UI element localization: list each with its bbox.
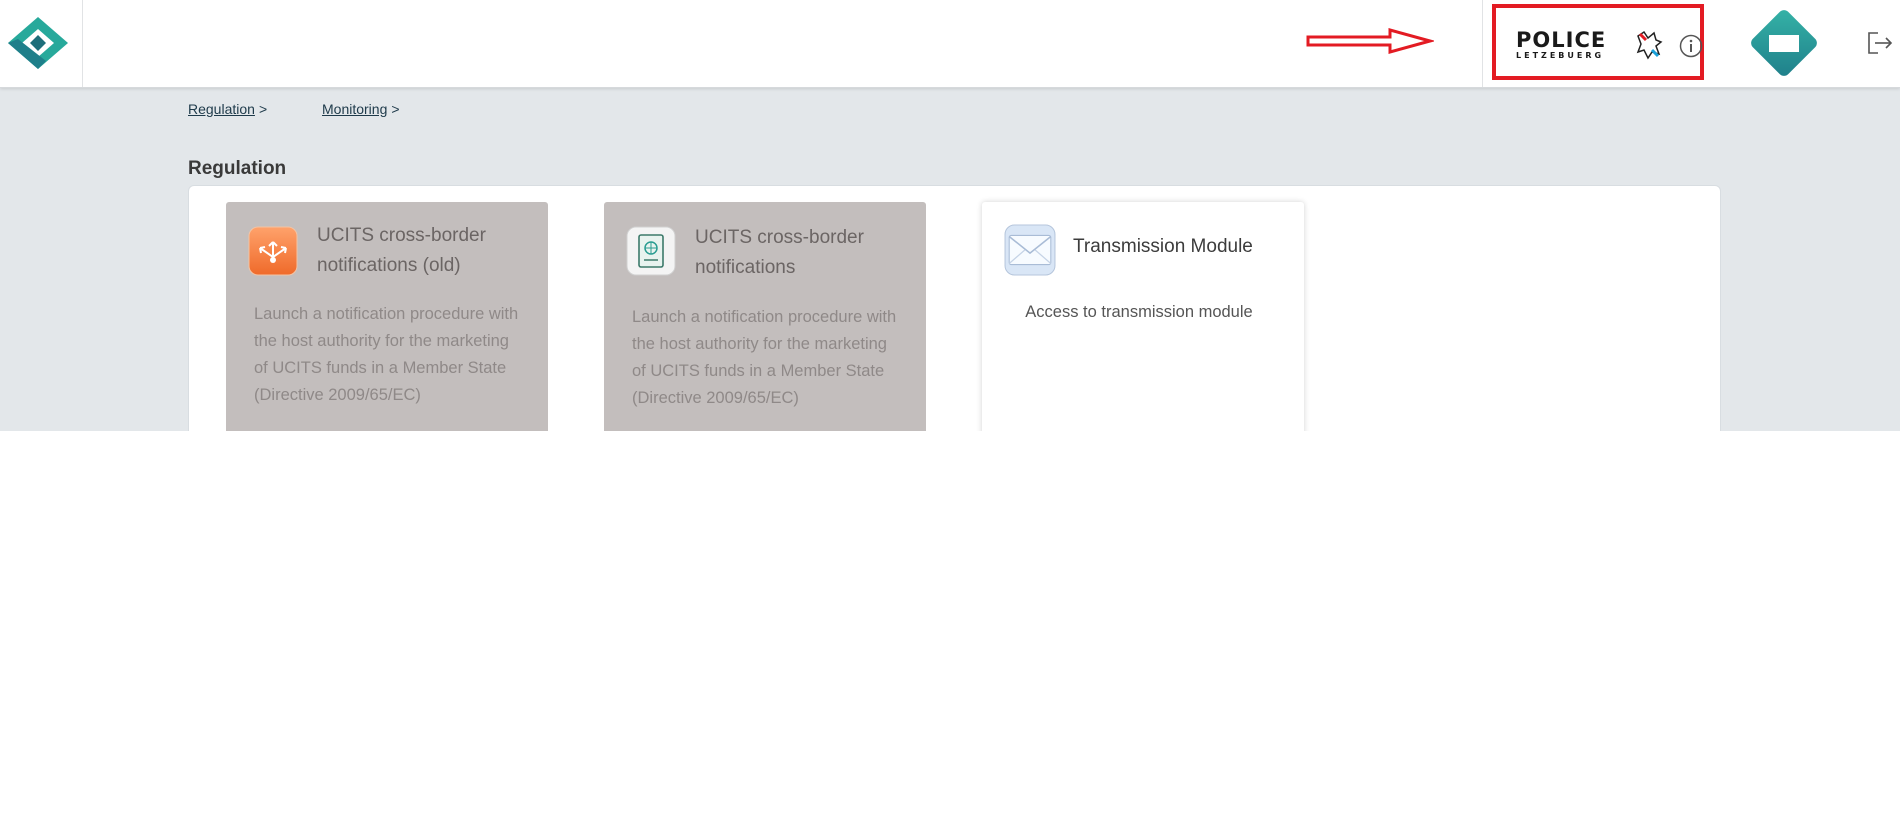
card-title: UCITS cross-border notifications xyxy=(695,227,864,278)
highlighted-partner-region: POLICE LETZEBUERG xyxy=(1492,4,1704,80)
police-logo[interactable]: POLICE LETZEBUERG xyxy=(1516,28,1663,61)
app-logo-cell[interactable] xyxy=(0,0,83,87)
breadcrumb-separator: > xyxy=(258,101,268,117)
logout-icon[interactable] xyxy=(1866,30,1894,56)
services-panel: UCITS cross-border notifications (old) L… xyxy=(188,185,1721,431)
user-badge-icon[interactable] xyxy=(1745,4,1823,82)
content-area: Regulation > Monitoring > Regulation UCI… xyxy=(0,87,1900,431)
service-card-ucits-old[interactable]: UCITS cross-border notifications (old) L… xyxy=(226,202,548,431)
share-network-icon xyxy=(248,226,298,276)
annotation-arrow-icon xyxy=(1306,28,1434,54)
info-icon[interactable] xyxy=(1679,34,1703,58)
breadcrumb-link-regulation[interactable]: Regulation xyxy=(188,101,255,117)
app-logo-icon[interactable] xyxy=(6,15,70,71)
card-title: UCITS cross-border notifications (old) xyxy=(317,225,486,276)
breadcrumb-link-monitoring[interactable]: Monitoring xyxy=(322,101,387,117)
service-card-transmission[interactable]: Transmission Module Access to transmissi… xyxy=(982,202,1304,431)
police-logo-main: POLICE xyxy=(1516,28,1607,52)
card-description: Access to transmission module xyxy=(1025,303,1253,321)
police-logo-sub: LETZEBUERG xyxy=(1516,51,1605,60)
top-header: POLICE LETZEBUERG xyxy=(0,0,1900,88)
header-divider xyxy=(1482,0,1483,87)
envelope-icon xyxy=(1004,224,1056,276)
breadcrumb-item-regulation: Regulation > xyxy=(188,101,267,117)
card-description: Launch a notification procedure with the… xyxy=(632,308,897,407)
breadcrumb-item-monitoring: Monitoring > xyxy=(322,101,400,117)
breadcrumb-separator: > xyxy=(391,101,400,117)
section-title: Regulation xyxy=(188,158,287,179)
service-card-ucits[interactable]: UCITS cross-border notifications Launch … xyxy=(604,202,926,431)
card-description: Launch a notification procedure with the… xyxy=(254,305,519,404)
lion-crest-icon xyxy=(1636,30,1663,60)
card-title: Transmission Module xyxy=(1073,236,1253,257)
passport-icon xyxy=(626,226,676,276)
